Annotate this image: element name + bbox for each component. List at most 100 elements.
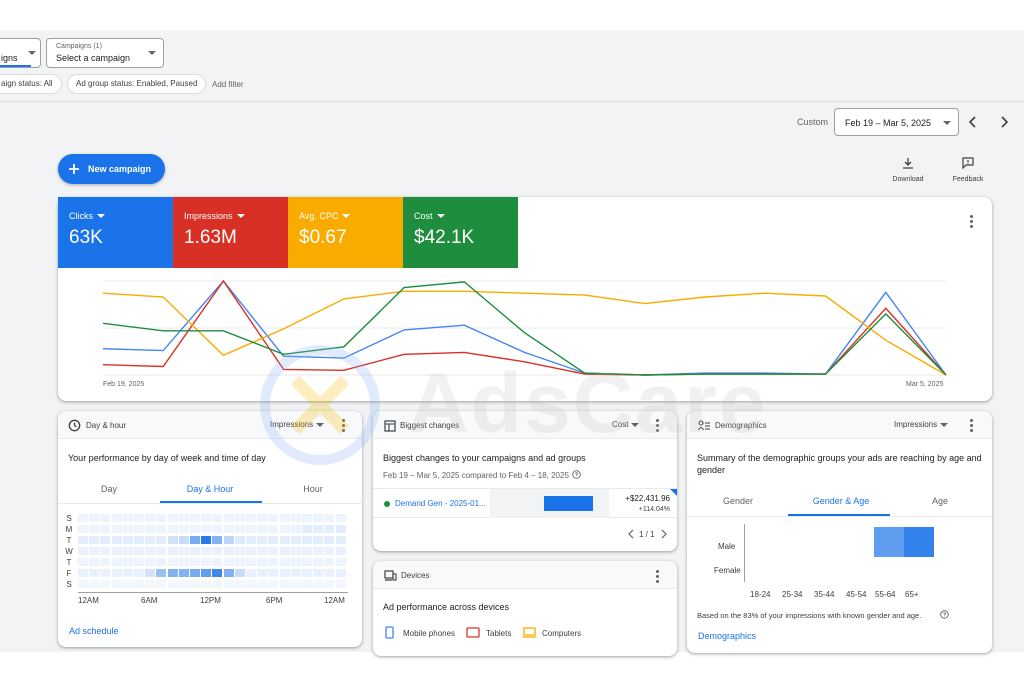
heatmap-cell [234,558,245,566]
heatmap-cell [178,525,189,533]
download-button[interactable]: Download [888,156,928,184]
more-options-icon[interactable] [970,419,974,434]
heatmap-cell [145,547,156,555]
add-filter-link[interactable]: Add filter [212,80,244,89]
kpi-cost[interactable]: Cost $42.1K [403,197,518,268]
heatmap-cell [134,514,144,522]
demo-bar-male [904,527,934,557]
heatmap-cell [100,558,111,566]
heatmap-cell [223,558,234,566]
pager-next-icon[interactable] [659,529,668,539]
demographics-metric-select[interactable]: Impressions [894,420,937,429]
chart-x-end-label: Mar 5, 2025 [906,381,944,388]
heatmap-cell [89,525,100,533]
heatmap-cell [212,569,223,577]
heatmap-cell [89,569,100,577]
heatmap-cell [145,514,156,522]
heatmap-cell [335,558,346,566]
chevron-down-icon [148,51,156,55]
heatmap-cell [89,514,100,522]
level-select[interactable]: igns [0,38,41,68]
more-options-icon[interactable] [656,419,660,434]
demographics-link[interactable]: Demographics [698,631,756,641]
new-campaign-button[interactable]: New campaign [58,154,165,184]
kpi-value: 1.63M [184,227,237,248]
heatmap-cell [111,547,122,555]
heatmap-cell [134,525,144,533]
gender-label-female: Female [714,566,741,575]
day-label: T [66,558,72,567]
heatmap-cell [335,514,346,522]
tab-gender[interactable]: Gender [707,496,769,506]
heatmap-cell [324,514,335,522]
heatmap-cell [156,569,167,577]
kpi-impressions[interactable]: Impressions 1.63M [173,197,288,268]
feedback-button[interactable]: Feedback [948,156,988,184]
biggest-changes-card: Biggest changes Cost Biggest changes to … [373,411,677,551]
heatmap-cell [190,514,200,522]
tab-gender-and-age[interactable]: Gender & Age [801,496,881,506]
heatmap-cell [89,547,100,555]
age-label: 25-34 [782,590,803,599]
help-icon[interactable] [572,470,581,479]
ad-schedule-link[interactable]: Ad schedule [69,626,119,636]
heatmap-cell [89,580,100,588]
kpi-avg-cpc[interactable]: Avg. CPC $0.67 [288,197,403,268]
heatmap-cell [279,536,290,544]
tablet-icon [466,627,480,638]
heatmap-cell [279,569,290,577]
heatmap-cell [313,558,324,566]
change-row-pct: +114.04% [638,506,670,513]
demo-y-axis [744,524,745,582]
heatmap-cell [212,558,223,566]
heatmap-cell [279,558,290,566]
change-row[interactable]: Demand Gen - 2025-01... +$22,431.96 +114… [373,488,677,518]
caret-down-icon [236,214,245,218]
pager-prev-icon[interactable] [627,529,636,539]
heatmap-cell [122,547,133,555]
tab-age[interactable]: Age [917,496,963,506]
heatmap-cell [313,580,324,588]
heatmap-cell [335,547,346,555]
more-options-icon[interactable] [656,570,660,585]
biggest-changes-metric-select[interactable]: Cost [612,420,628,429]
heatmap-cell [178,580,189,588]
date-range-select[interactable]: Feb 19 – Mar 5, 2025 [834,108,959,136]
heatmap-cell [279,580,290,588]
adgroup-status-chip[interactable]: Ad group status: Enabled, Paused [67,74,207,94]
heatmap-cell [178,536,189,544]
table-chart-icon [384,420,396,432]
tab-day-and-hour[interactable]: Day & Hour [175,484,245,494]
heatmap-cell [78,547,88,555]
gender-label-male: Male [718,542,736,551]
caret-down-icon [436,214,445,218]
heatmap-cell [156,514,167,522]
heatmap-cell [145,558,156,566]
heatmap-cell [167,558,178,566]
heatmap-cell [223,580,234,588]
chevron-right-icon[interactable] [997,115,1011,129]
heatmap-cell [234,525,245,533]
heatmap-cell [257,558,268,566]
heatmap-cell [156,558,167,566]
heatmap-cell [246,547,256,555]
biggest-changes-subtitle: Biggest changes to your campaigns and ad… [383,453,586,463]
heatmap-cell [167,525,178,533]
heatmap-cell [246,514,256,522]
heatmap-cell [313,569,324,577]
download-label: Download [892,176,924,183]
corner-flag-icon [670,489,677,496]
legend-computers: Computers [542,629,582,638]
chevron-left-icon[interactable] [966,115,980,129]
tab-day[interactable]: Day [86,484,132,494]
heatmap-cell [89,558,100,566]
heatmap-cell [201,558,212,566]
day-hour-title: Day & hour [86,421,127,430]
kpi-clicks[interactable]: Clicks 63K [58,197,173,268]
heatmap-cell [78,569,88,577]
help-icon[interactable] [940,610,949,619]
campaign-select[interactable]: Campaigns (1) Select a campaign [46,38,164,68]
tab-hour[interactable]: Hour [290,484,336,494]
campaign-status-chip[interactable]: aign status: All [0,74,62,94]
feedback-label: Feedback [952,176,984,183]
